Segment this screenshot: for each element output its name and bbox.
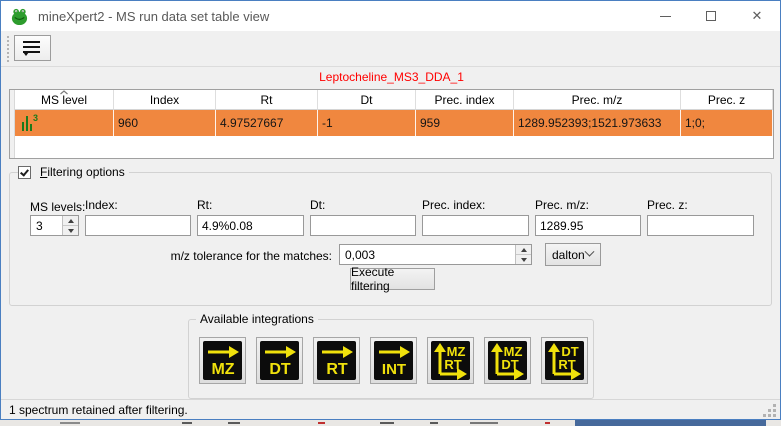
close-button[interactable]: ✕	[734, 1, 780, 31]
cell-ms-level[interactable]: 3	[15, 110, 114, 136]
column-header-prec-mz[interactable]: Prec. m/z	[514, 90, 681, 110]
filtering-options-legend: Filtering options	[18, 165, 129, 179]
spin-up-icon	[68, 219, 74, 223]
toolbar-drag-handle[interactable]	[7, 36, 9, 62]
prec-index-label: Prec. index:	[422, 198, 485, 212]
svg-text:DT: DT	[501, 357, 518, 372]
svg-text:RT: RT	[326, 361, 348, 378]
table-empty-area	[15, 136, 773, 158]
execute-filtering-button[interactable]: Execute filtering	[350, 268, 435, 290]
close-icon: ✕	[752, 8, 763, 24]
column-header-prec-index[interactable]: Prec. index	[416, 90, 514, 110]
status-message: 1 spectrum retained after filtering.	[9, 403, 188, 417]
svg-text:DT: DT	[269, 361, 291, 378]
cell-prec-z[interactable]: 1;0;	[681, 110, 773, 136]
cell-dt[interactable]: -1	[318, 110, 416, 136]
table-grid: MS level Index Rt Dt Prec. index Prec. m…	[15, 90, 773, 158]
ms-run-table: MS level Index Rt Dt Prec. index Prec. m…	[9, 89, 774, 159]
integration-rt-button[interactable]: RT	[313, 337, 360, 384]
maximize-button[interactable]	[688, 1, 734, 31]
dt-integration-icon: DT	[260, 341, 299, 380]
column-header-ms-level[interactable]: MS level	[15, 90, 114, 110]
filtering-options-group: Filtering options MS levels: 3 Index: Rt…	[9, 172, 772, 306]
chevron-down-icon	[585, 247, 595, 257]
integration-int-button[interactable]: INT	[370, 337, 417, 384]
svg-text:3: 3	[33, 113, 38, 123]
rt-integration-icon: RT	[317, 341, 356, 380]
hamburger-menu-icon	[23, 41, 43, 55]
dt-rt-integration-icon: DT RT	[545, 341, 584, 380]
cell-prec-mz[interactable]: 1289.952393;1521.973633	[514, 110, 681, 136]
dt-label: Dt:	[310, 198, 325, 212]
spin-up-button[interactable]	[516, 245, 531, 255]
mz-dt-integration-icon: MZ DT	[488, 341, 527, 380]
background-window-sliver	[0, 420, 781, 426]
window-controls: ✕	[642, 1, 780, 31]
cell-prec-index[interactable]: 959	[416, 110, 514, 136]
tolerance-label: m/z tolerance for the matches:	[152, 249, 332, 263]
minimize-button[interactable]	[642, 1, 688, 31]
column-header-prec-z[interactable]: Prec. z	[681, 90, 773, 110]
integration-dt-rt-button[interactable]: DT RT	[541, 337, 588, 384]
index-input[interactable]	[85, 215, 191, 236]
cell-rt[interactable]: 4.97527667	[216, 110, 318, 136]
integration-mz-dt-button[interactable]: MZ DT	[484, 337, 531, 384]
toolbar	[1, 31, 780, 67]
index-label: Index:	[85, 198, 118, 212]
ms-levels-spinbox[interactable]: 3	[30, 215, 79, 236]
column-header-rt[interactable]: Rt	[216, 90, 318, 110]
background-window-selection	[575, 420, 766, 426]
available-integrations-group: Available integrations MZ DT	[188, 319, 594, 399]
cell-index[interactable]: 960	[114, 110, 216, 136]
int-integration-icon: INT	[374, 341, 413, 380]
dataset-title: Leptocheline_MS3_DDA_1	[1, 70, 781, 84]
prec-mz-input[interactable]	[535, 215, 641, 236]
integration-buttons-row: MZ DT RT	[199, 337, 588, 384]
prec-z-input[interactable]	[647, 215, 754, 236]
screen: mineXpert2 - MS run data set table view …	[0, 0, 781, 426]
window-title: mineXpert2 - MS run data set table view	[38, 9, 269, 24]
mz-rt-integration-icon: MZ RT	[431, 341, 470, 380]
prec-index-input[interactable]	[422, 215, 529, 236]
title-bar[interactable]: mineXpert2 - MS run data set table view …	[1, 1, 780, 31]
tolerance-unit-combobox[interactable]: dalton	[545, 243, 601, 266]
integration-dt-button[interactable]: DT	[256, 337, 303, 384]
checkmark-icon	[20, 167, 29, 176]
column-header-index[interactable]: Index	[114, 90, 216, 110]
dt-input[interactable]	[310, 215, 416, 236]
minimize-icon	[660, 16, 671, 17]
filtering-options-checkbox[interactable]	[18, 166, 31, 179]
ms-levels-label: MS levels:	[30, 200, 85, 214]
main-window: mineXpert2 - MS run data set table view …	[0, 0, 781, 420]
svg-text:MZ: MZ	[211, 361, 234, 378]
integration-mz-button[interactable]: MZ	[199, 337, 246, 384]
prec-mz-label: Prec. m/z:	[535, 198, 589, 212]
available-integrations-legend: Available integrations	[196, 312, 318, 326]
spin-down-icon	[521, 258, 527, 262]
status-bar: 1 spectrum retained after filtering.	[1, 399, 780, 419]
spin-down-button[interactable]	[63, 226, 78, 235]
spin-up-button[interactable]	[63, 216, 78, 226]
rt-label: Rt:	[197, 198, 212, 212]
spin-down-icon	[68, 229, 74, 233]
spin-up-icon	[521, 248, 527, 252]
svg-text:RT: RT	[444, 357, 461, 372]
column-header-dt[interactable]: Dt	[318, 90, 416, 110]
spectrum-ms3-icon: 3	[19, 113, 39, 133]
tolerance-spinbox[interactable]: 0,003	[339, 244, 532, 265]
svg-text:RT: RT	[558, 357, 575, 372]
maximize-icon	[706, 11, 716, 21]
prec-z-label: Prec. z:	[647, 198, 688, 212]
rt-input[interactable]	[197, 215, 304, 236]
sort-ascending-icon	[60, 90, 69, 95]
frog-logo-icon	[10, 7, 29, 26]
svg-text:INT: INT	[381, 361, 405, 378]
integration-mz-rt-button[interactable]: MZ RT	[427, 337, 474, 384]
resize-grip[interactable]	[760, 404, 776, 417]
menu-button[interactable]	[14, 35, 51, 61]
mz-integration-icon: MZ	[203, 341, 242, 380]
spin-down-button[interactable]	[516, 255, 531, 264]
